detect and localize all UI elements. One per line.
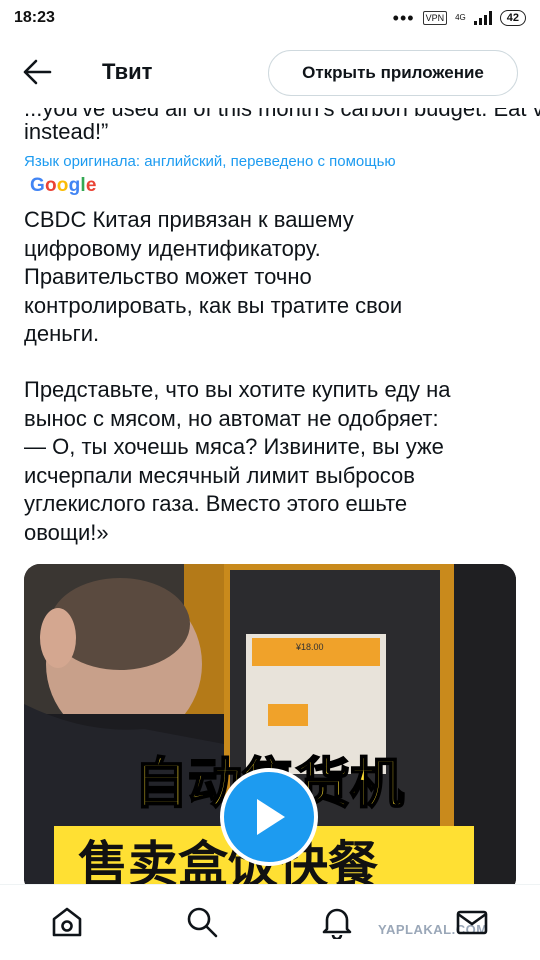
video-thumbnail[interactable]: ¥18.00 自动售货机 售卖盒饭快餐 [24,564,516,884]
page-title: Твит [102,59,153,84]
signal-icon [473,11,492,25]
network-type: 4G [455,13,466,22]
battery-icon: 42 [499,10,526,26]
home-icon[interactable] [50,905,84,939]
tweet-text-english-tail: instead!” [24,119,109,144]
status-bar: 18:23 ••• VPN 4G 42 [0,0,540,36]
notification-dots-icon: ••• [392,8,415,28]
tweet-paragraph-2: Представьте, что вы хотите купить еду на… [24,377,451,545]
play-button[interactable] [220,768,318,866]
tweet-content: ...you've used all of this month's carbo… [0,108,540,884]
notifications-icon[interactable] [320,905,354,939]
bottom-navigation: YAPLAKAL.COM [0,884,540,960]
tweet-paragraph-1: CBDC Китая привязан к вашему цифровому и… [24,207,403,346]
play-icon [257,799,285,835]
messages-icon[interactable] [455,905,489,939]
open-app-button[interactable]: Открыть приложение [268,50,518,96]
status-icons: ••• VPN 4G 42 [393,9,526,27]
video-price-text: ¥18.00 [295,642,324,652]
vpn-icon: VPN [422,11,448,25]
app-header: Твит Открыть приложение [0,36,540,108]
back-arrow-icon[interactable] [22,58,52,86]
search-icon[interactable] [185,905,219,939]
translation-note-link[interactable]: Язык оригинала: английский, переведено с… [24,152,396,172]
status-time: 18:23 [14,9,55,26]
google-logo: Google [30,175,97,196]
